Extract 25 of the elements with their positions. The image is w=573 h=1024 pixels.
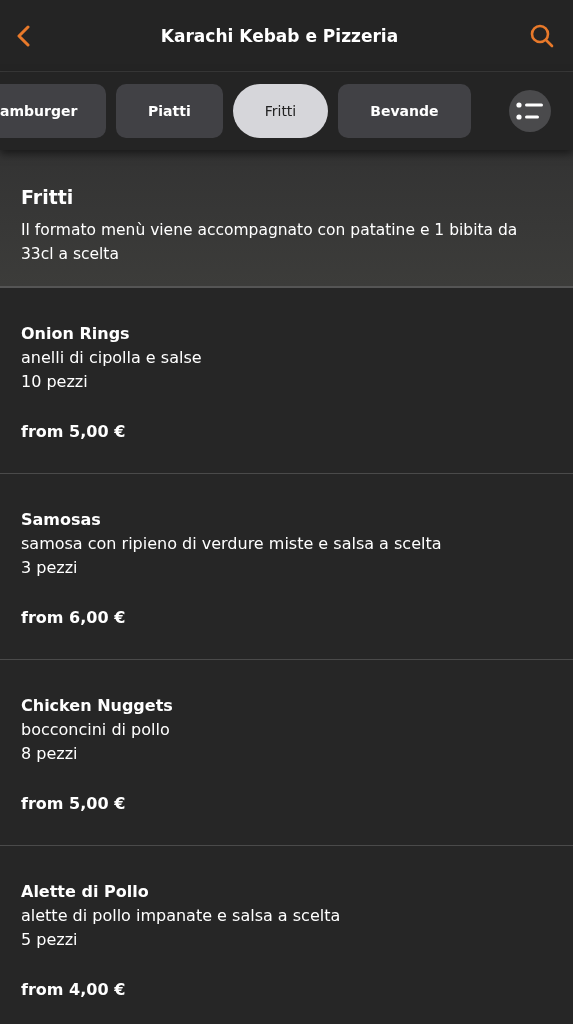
section-title: Fritti (21, 186, 75, 208)
category-list-button[interactable] (509, 90, 551, 132)
item-price: from 5,00 € (21, 422, 127, 441)
item-price: from 5,00 € (21, 794, 127, 813)
list-icon (516, 102, 544, 120)
category-tab[interactable]: amburger (0, 84, 106, 138)
item-name: Samosas (21, 509, 102, 531)
item-quantity: 5 pezzi (21, 929, 79, 951)
item-price: from 4,00 € (21, 980, 127, 999)
item-quantity: 10 pezzi (21, 371, 89, 393)
item-description: anelli di cipolla e salse (21, 347, 203, 369)
item-quantity: 3 pezzi (21, 557, 79, 579)
restaurant-title: Karachi Kebab e Pizzeria (160, 25, 399, 46)
section-description: Il formato menù viene accompagnato con patatine e 1 bibita da 33cl a scelta (21, 220, 519, 265)
category-tab[interactable]: Bevande (338, 84, 471, 138)
item-quantity: 8 pezzi (21, 743, 79, 765)
item-name: Onion Rings (21, 323, 131, 345)
item-name: Chicken Nuggets (21, 695, 174, 717)
item-price: from 6,00 € (21, 608, 127, 627)
category-tab[interactable]: Piatti (116, 84, 223, 138)
item-name: Alette di Pollo (21, 881, 150, 903)
item-description: alette di pollo impanate e salsa a scelta (21, 905, 342, 927)
item-description: samosa con ripieno di verdure miste e salsa a scelta (21, 533, 443, 555)
item-description: bocconcini di pollo (21, 719, 171, 741)
category-tab[interactable]: Fritti (232, 84, 329, 138)
